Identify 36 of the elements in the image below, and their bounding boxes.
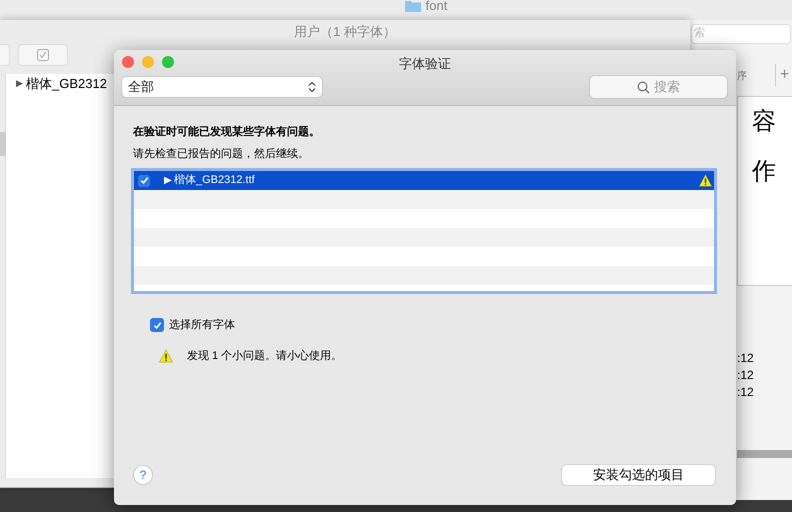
updown-icon: [308, 81, 316, 93]
time-text: :12: [737, 384, 754, 401]
heading-text: 在验证时可能已发现某些字体有问题。: [133, 124, 321, 140]
notice-text: 发现 1 个小问题。请小心使用。: [187, 348, 342, 364]
help-button[interactable]: ?: [133, 465, 153, 485]
scrollbar[interactable]: [737, 450, 792, 458]
expander-icon[interactable]: ▶: [164, 173, 172, 188]
expander-icon[interactable]: ▶: [16, 77, 23, 91]
sample-text: 作: [752, 157, 777, 185]
filter-dropdown[interactable]: 全部: [122, 77, 322, 97]
checkbox[interactable]: [150, 318, 164, 332]
scrollbar[interactable]: [0, 132, 6, 156]
window-title: font: [426, 0, 448, 12]
zoom-button[interactable]: [162, 56, 174, 68]
window-title: 用户（1 种字体）: [294, 23, 396, 42]
sample-text: 容: [752, 107, 777, 135]
toolbar-button[interactable]: [18, 44, 68, 66]
checkmark-icon: [152, 320, 162, 330]
time-text: :12: [737, 367, 754, 384]
window-title: 字体验证: [399, 55, 451, 73]
checkbox-icon: [37, 49, 49, 61]
folder-icon: [404, 0, 421, 12]
checkmark-icon: [140, 176, 148, 185]
checkbox[interactable]: [138, 174, 150, 186]
font-name: 楷体_GB2312: [26, 75, 107, 94]
install-button[interactable]: 安装勾选的项目: [562, 465, 715, 485]
time-text: :12: [737, 350, 754, 367]
checkbox-label: 选择所有字体: [169, 318, 235, 333]
warning-icon: [699, 174, 712, 187]
search-icon: [637, 80, 650, 94]
close-button[interactable]: [122, 56, 134, 68]
instruction-text: 请先检查已报告的问题，然后继续。: [133, 146, 310, 162]
file-name: 楷体_GB2312.ttf: [174, 173, 256, 188]
warning-icon: [159, 348, 173, 363]
list-row[interactable]: ▶ 楷体_GB2312.ttf: [134, 171, 714, 190]
minimize-button[interactable]: [142, 56, 154, 68]
